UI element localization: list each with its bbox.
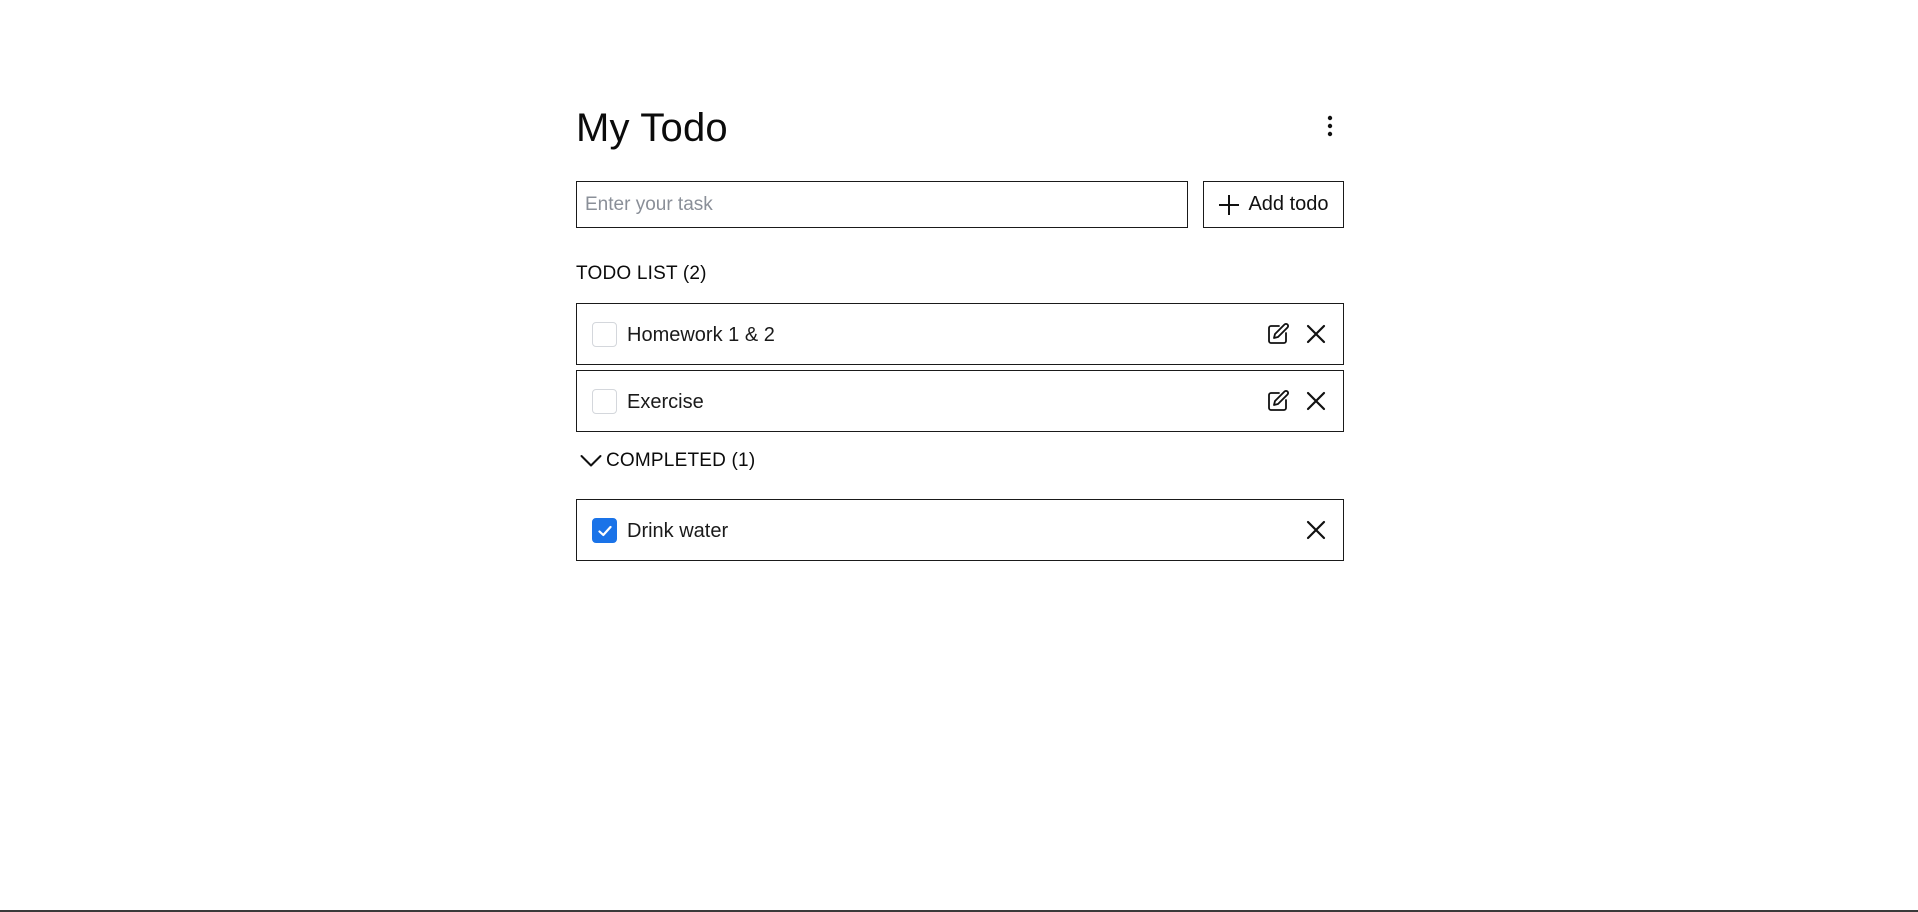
plus-icon xyxy=(1219,194,1240,215)
check-icon xyxy=(597,525,612,536)
delete-button[interactable] xyxy=(1302,320,1330,348)
add-todo-button[interactable]: Add todo xyxy=(1203,181,1344,228)
completed-toggle[interactable]: COMPLETED (1) xyxy=(580,450,755,472)
todo-item-label: Drink water xyxy=(627,520,729,542)
edit-icon xyxy=(1268,390,1289,411)
delete-button[interactable] xyxy=(1302,516,1330,544)
chevron-down-icon xyxy=(580,455,602,467)
edit-button[interactable] xyxy=(1264,387,1292,415)
edit-button[interactable] xyxy=(1264,320,1292,348)
completed-item: Drink water xyxy=(576,499,1344,561)
todo-app: My Todo Add todo TODO LIST (2) Homework … xyxy=(576,100,1344,561)
add-todo-label: Add todo xyxy=(1248,193,1329,215)
close-icon xyxy=(1306,520,1326,540)
todo-checkbox[interactable] xyxy=(592,518,617,543)
kebab-menu-icon xyxy=(1327,115,1333,137)
page-title: My Todo xyxy=(576,106,728,150)
more-options-button[interactable] xyxy=(1316,110,1344,142)
task-input[interactable] xyxy=(576,181,1188,228)
close-icon xyxy=(1306,391,1326,411)
todo-checkbox[interactable] xyxy=(592,322,617,347)
add-todo-form: Add todo xyxy=(576,181,1344,228)
todo-checkbox[interactable] xyxy=(592,389,617,414)
delete-button[interactable] xyxy=(1302,387,1330,415)
close-icon xyxy=(1306,324,1326,344)
todo-item-label: Exercise xyxy=(627,391,704,413)
completed-heading: COMPLETED (1) xyxy=(606,450,756,471)
todo-item: Homework 1 & 2 xyxy=(576,303,1344,365)
todo-item-label: Homework 1 & 2 xyxy=(627,324,775,346)
todo-list-heading: TODO LIST (2) xyxy=(576,263,707,284)
edit-icon xyxy=(1268,323,1289,344)
todo-item: Exercise xyxy=(576,370,1344,432)
header: My Todo xyxy=(576,100,1344,158)
